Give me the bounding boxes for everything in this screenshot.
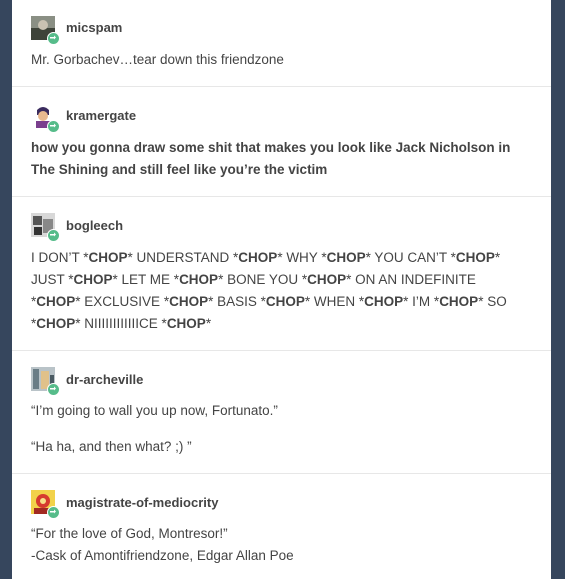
username[interactable]: bogleech (66, 218, 123, 233)
post-paragraph: “I’m going to wall you up now, Fortunato… (31, 403, 278, 418)
reblog-icon (47, 383, 60, 396)
divider (12, 196, 551, 197)
post-text: Mr. Gorbachev…tear down this friendzone (31, 52, 284, 67)
username[interactable]: dr-archeville (66, 372, 143, 387)
text-line: “For the love of God, Montresor!” (31, 526, 228, 541)
username[interactable]: magistrate-of-mediocrity (66, 495, 218, 510)
text-line: JUST *CHOP* LET ME *CHOP* BONE YOU *CHOP… (31, 272, 476, 287)
post-paragraph: “Ha ha, and then what? ;) ” (31, 439, 192, 454)
post-text: how you gonna draw some shit that makes … (31, 137, 541, 181)
reblog-icon (47, 229, 60, 242)
divider (12, 86, 551, 87)
avatar[interactable] (31, 213, 60, 242)
text-line: -Cask of Amontifriendzone, Edgar Allan P… (31, 548, 294, 563)
text-line: how you gonna draw some shit that makes … (31, 140, 511, 155)
post-text: “For the love of God, Montresor!” -Cask … (31, 523, 541, 567)
avatar[interactable] (31, 16, 60, 45)
username[interactable]: kramergate (66, 108, 136, 123)
reblog-icon (47, 32, 60, 45)
post-text: I DON’T *CHOP* UNDERSTAND *CHOP* WHY *CH… (31, 247, 541, 335)
avatar[interactable] (31, 367, 60, 396)
reblog-icon (47, 506, 60, 519)
text-line: *CHOP* EXCLUSIVE *CHOP* BASIS *CHOP* WHE… (31, 294, 507, 309)
text-line: The Shining and still feel like you’re t… (31, 162, 328, 177)
username[interactable]: micspam (66, 20, 122, 35)
reblog-thread: micspam Mr. Gorbachev…tear down this fri… (12, 0, 551, 579)
text-line: *CHOP* NIIIIIIIIIIIICE *CHOP* (31, 316, 212, 331)
reblog-icon (47, 120, 60, 133)
divider (12, 473, 551, 474)
text-line: I DON’T *CHOP* UNDERSTAND *CHOP* WHY *CH… (31, 250, 501, 265)
avatar[interactable] (31, 104, 60, 133)
avatar[interactable] (31, 490, 60, 519)
divider (12, 350, 551, 351)
